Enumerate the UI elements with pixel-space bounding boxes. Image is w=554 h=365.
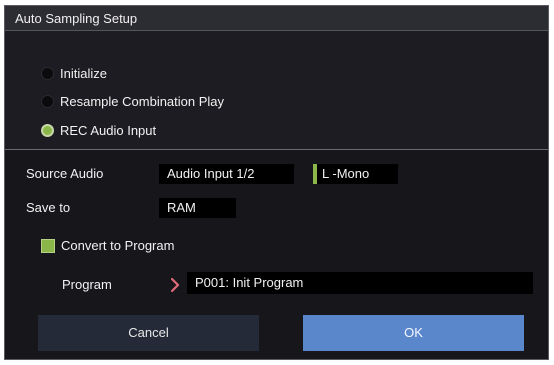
radio-initialize[interactable]: Initialize	[41, 63, 107, 83]
dialog-title: Auto Sampling Setup	[5, 6, 548, 31]
source-audio-label: Source Audio	[26, 166, 104, 181]
radio-label: Resample Combination Play	[60, 93, 225, 109]
convert-to-program-checkbox[interactable]	[41, 239, 55, 253]
save-to-value: RAM	[167, 200, 196, 215]
ok-button[interactable]: OK	[303, 315, 524, 351]
radio-label: Initialize	[60, 65, 107, 81]
source-audio-channel-select[interactable]: L -Mono	[313, 164, 398, 184]
radio-button-icon[interactable]	[41, 66, 54, 80]
save-to-select[interactable]: RAM	[159, 198, 236, 218]
channel-indicator-bar	[313, 164, 317, 184]
source-audio-channel-value: L -Mono	[322, 166, 370, 181]
convert-to-program-label: Convert to Program	[61, 238, 175, 253]
radio-button-selected-icon[interactable]	[41, 123, 54, 137]
program-select[interactable]: P001: Init Program	[187, 272, 533, 294]
program-label: Program	[62, 277, 112, 292]
chevron-right-icon[interactable]	[168, 275, 182, 295]
radio-resample-combination-play[interactable]: Resample Combination Play	[41, 91, 224, 111]
program-value: P001: Init Program	[195, 275, 304, 290]
radio-label: REC Audio Input	[60, 122, 157, 138]
sampling-mode-panel: Initialize Resample Combination Play REC…	[5, 31, 548, 150]
source-audio-input-select[interactable]: Audio Input 1/2	[159, 164, 294, 184]
radio-button-icon[interactable]	[41, 94, 54, 108]
radio-rec-audio-input[interactable]: REC Audio Input	[41, 120, 156, 140]
source-audio-input-value: Audio Input 1/2	[167, 166, 255, 181]
save-to-label: Save to	[26, 200, 71, 215]
cancel-button[interactable]: Cancel	[38, 315, 259, 351]
auto-sampling-setup-dialog: Auto Sampling Setup Initialize Resample …	[4, 5, 549, 360]
